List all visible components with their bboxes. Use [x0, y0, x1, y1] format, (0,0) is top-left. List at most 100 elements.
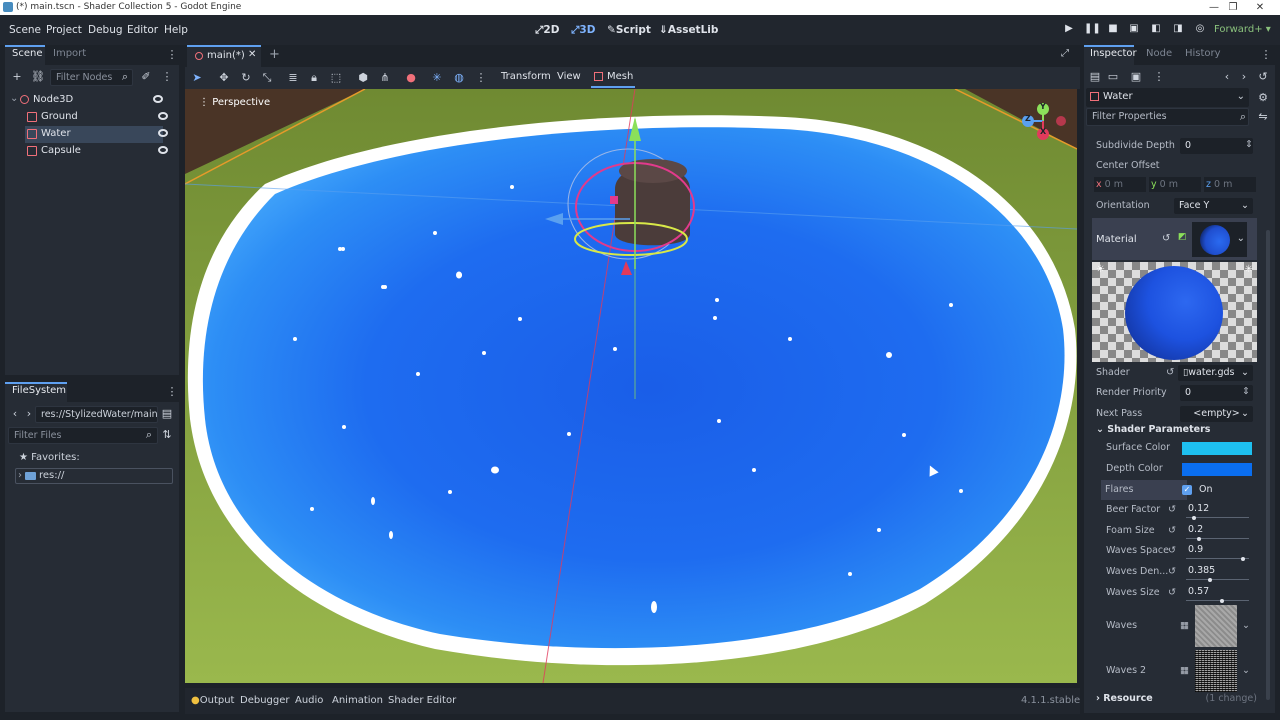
object-history-icon[interactable]: ↺ — [1256, 70, 1270, 84]
workspace-script[interactable]: ✎Script — [607, 24, 651, 36]
param-slider[interactable]: 0.385 — [1182, 564, 1253, 582]
menu-help[interactable]: Help — [164, 24, 188, 36]
res-root-row[interactable]: › res:// — [15, 468, 173, 484]
back-icon[interactable]: ‹ — [8, 407, 22, 421]
object-selector[interactable]: Water ⌄ — [1086, 88, 1249, 107]
gizmo-z-label[interactable]: Z — [1025, 114, 1031, 123]
close-tab-icon[interactable]: ✕ — [248, 49, 256, 60]
perspective-menu[interactable]: ⋮ Perspective — [199, 97, 270, 108]
surface-color-swatch[interactable] — [1182, 442, 1252, 455]
revert-icon[interactable]: ↺ — [1168, 566, 1176, 577]
inspector-scrollbar[interactable] — [1266, 230, 1270, 700]
distraction-free-icon[interactable]: ⤢ — [1061, 48, 1069, 59]
maximize-icon[interactable]: ❐ — [1226, 1, 1240, 14]
visibility-eye-icon[interactable] — [158, 146, 168, 154]
chevron-down-icon[interactable]: ⌄ — [1242, 620, 1250, 631]
play-scene-icon[interactable]: ◧ — [1149, 23, 1163, 37]
path-field[interactable]: res://StylizedWater/main.t — [35, 406, 158, 423]
node-settings-icon[interactable]: ⚙ — [1256, 91, 1270, 105]
add-node-icon[interactable]: + — [10, 70, 24, 84]
minimize-icon[interactable]: — — [1207, 1, 1221, 14]
slider-knob[interactable] — [1191, 516, 1196, 520]
tab-inspector[interactable]: Inspector — [1090, 48, 1137, 59]
filter-options-icon[interactable]: ⇋ — [1256, 110, 1270, 124]
tab-history[interactable]: History — [1185, 48, 1221, 59]
viewport-3d[interactable]: ⋮ Perspective Y Z X — [185, 89, 1077, 683]
history-forward-icon[interactable]: › — [1237, 70, 1251, 84]
rotate-tool-icon[interactable]: ↻ — [239, 71, 253, 85]
environment-toggle-icon[interactable]: ◍ — [452, 71, 466, 85]
tree-node-ground[interactable]: Ground — [25, 109, 168, 126]
orientation-select[interactable]: Face Y ⌄ — [1174, 198, 1253, 214]
attach-script-icon[interactable]: ✐ — [139, 70, 153, 84]
section-resource[interactable]: › Resource (1 change) — [1092, 692, 1257, 708]
flares-checkbox[interactable]: ✓ On — [1182, 484, 1213, 495]
tab-animation[interactable]: Animation — [332, 695, 383, 706]
tree-node-capsule[interactable]: Capsule — [25, 143, 168, 160]
select-tool-icon[interactable]: ➤ — [190, 71, 204, 85]
expand-arrow-icon[interactable]: › — [18, 470, 22, 481]
visibility-eye-icon[interactable] — [158, 112, 168, 120]
gizmo-y-label[interactable]: Y — [1040, 102, 1046, 111]
new-resource-icon[interactable]: ▤ — [1088, 70, 1102, 84]
revert-icon[interactable]: ↺ — [1162, 233, 1170, 244]
tab-node[interactable]: Node — [1146, 48, 1172, 59]
slider-knob[interactable] — [1219, 599, 1224, 603]
add-tab-icon[interactable]: + — [269, 47, 280, 62]
section-shader-parameters[interactable]: ⌄ Shader Parameters — [1092, 424, 1257, 439]
link-icon[interactable]: ⛓ — [31, 70, 45, 84]
workspace-assetlib[interactable]: ⇓AssetLib — [659, 24, 718, 36]
param-slider[interactable]: 0.2 — [1182, 523, 1253, 541]
play-custom-icon[interactable]: ◨ — [1171, 23, 1185, 37]
dock-menu-icon[interactable]: ⋮ — [165, 48, 179, 62]
visibility-eye-icon[interactable] — [158, 129, 168, 137]
move-tool-icon[interactable]: ✥ — [217, 71, 231, 85]
spin-icon[interactable]: ⇕ — [1245, 139, 1253, 150]
scale-tool-icon[interactable]: ⤡ — [260, 71, 274, 85]
light-toggle-icon[interactable]: ☀ — [1096, 264, 1105, 275]
param-slider[interactable]: 0.9 — [1182, 543, 1253, 561]
tree-node-water[interactable]: Water — [25, 126, 168, 143]
spin-icon[interactable]: ⇕ — [1242, 386, 1250, 397]
sun-toggle-icon[interactable]: ✳ — [430, 71, 444, 85]
more-options-icon[interactable]: ⋮ — [474, 71, 488, 85]
workspace-2d[interactable]: ⤢2D — [535, 24, 559, 37]
slider-knob[interactable] — [1208, 578, 1213, 582]
tree-node-node3d[interactable]: ⌄ Node3D — [10, 92, 163, 109]
tab-import[interactable]: Import — [53, 48, 86, 59]
lock-icon[interactable]: 🔒︎ — [307, 71, 321, 85]
offset-x-input[interactable]: x 0 m — [1094, 177, 1146, 192]
tab-shader-editor[interactable]: Shader Editor — [388, 695, 456, 706]
offset-z-input[interactable]: z 0 m — [1204, 177, 1256, 192]
dock-menu-icon[interactable]: ⋮ — [1259, 48, 1273, 62]
param-slider[interactable]: 0.12 — [1182, 502, 1253, 520]
view-menu[interactable]: View — [557, 71, 581, 82]
filter-properties-input[interactable]: Filter Properties — [1086, 108, 1249, 126]
tab-debugger[interactable]: Debugger — [240, 695, 290, 706]
tab-main-scene[interactable]: main(*) ✕ — [187, 45, 261, 67]
tab-output[interactable]: ●Output — [191, 695, 234, 706]
favorites-row[interactable]: ★ Favorites: — [19, 452, 80, 463]
more-icon[interactable]: ⋮ — [1152, 70, 1166, 84]
param-slider[interactable]: 0.57 — [1182, 585, 1253, 603]
revert-icon[interactable]: ↺ — [1168, 504, 1176, 515]
material-picker[interactable]: ⌄ — [1192, 222, 1247, 257]
mesh-menu[interactable]: Mesh — [591, 68, 635, 88]
tab-filesystem[interactable]: FileSystem — [12, 385, 66, 396]
renderer-select[interactable]: Forward+ ▾ — [1214, 24, 1271, 35]
collapse-arrow-icon[interactable]: ⌄ — [10, 93, 18, 104]
menu-project[interactable]: Project — [46, 24, 82, 36]
subdivide-depth-input[interactable]: 0 — [1180, 138, 1253, 154]
camera-preview-icon[interactable]: ● — [404, 71, 418, 85]
sort-icon[interactable]: ⇅ — [160, 428, 174, 442]
more-icon[interactable]: ⋮ — [160, 70, 174, 84]
gizmo-x-label[interactable]: X — [1040, 127, 1046, 136]
revert-icon[interactable]: ↺ — [1166, 367, 1174, 378]
close-icon[interactable]: ✕ — [1253, 1, 1267, 14]
split-view-icon[interactable]: ▤ — [160, 407, 174, 421]
stop-icon[interactable]: ■ — [1106, 23, 1120, 37]
revert-icon[interactable]: ↺ — [1168, 587, 1176, 598]
transform-menu[interactable]: Transform — [501, 71, 551, 82]
next-pass-picker[interactable]: <empty> ⌄ — [1180, 406, 1253, 422]
revert-icon[interactable]: ↺ — [1168, 545, 1176, 556]
